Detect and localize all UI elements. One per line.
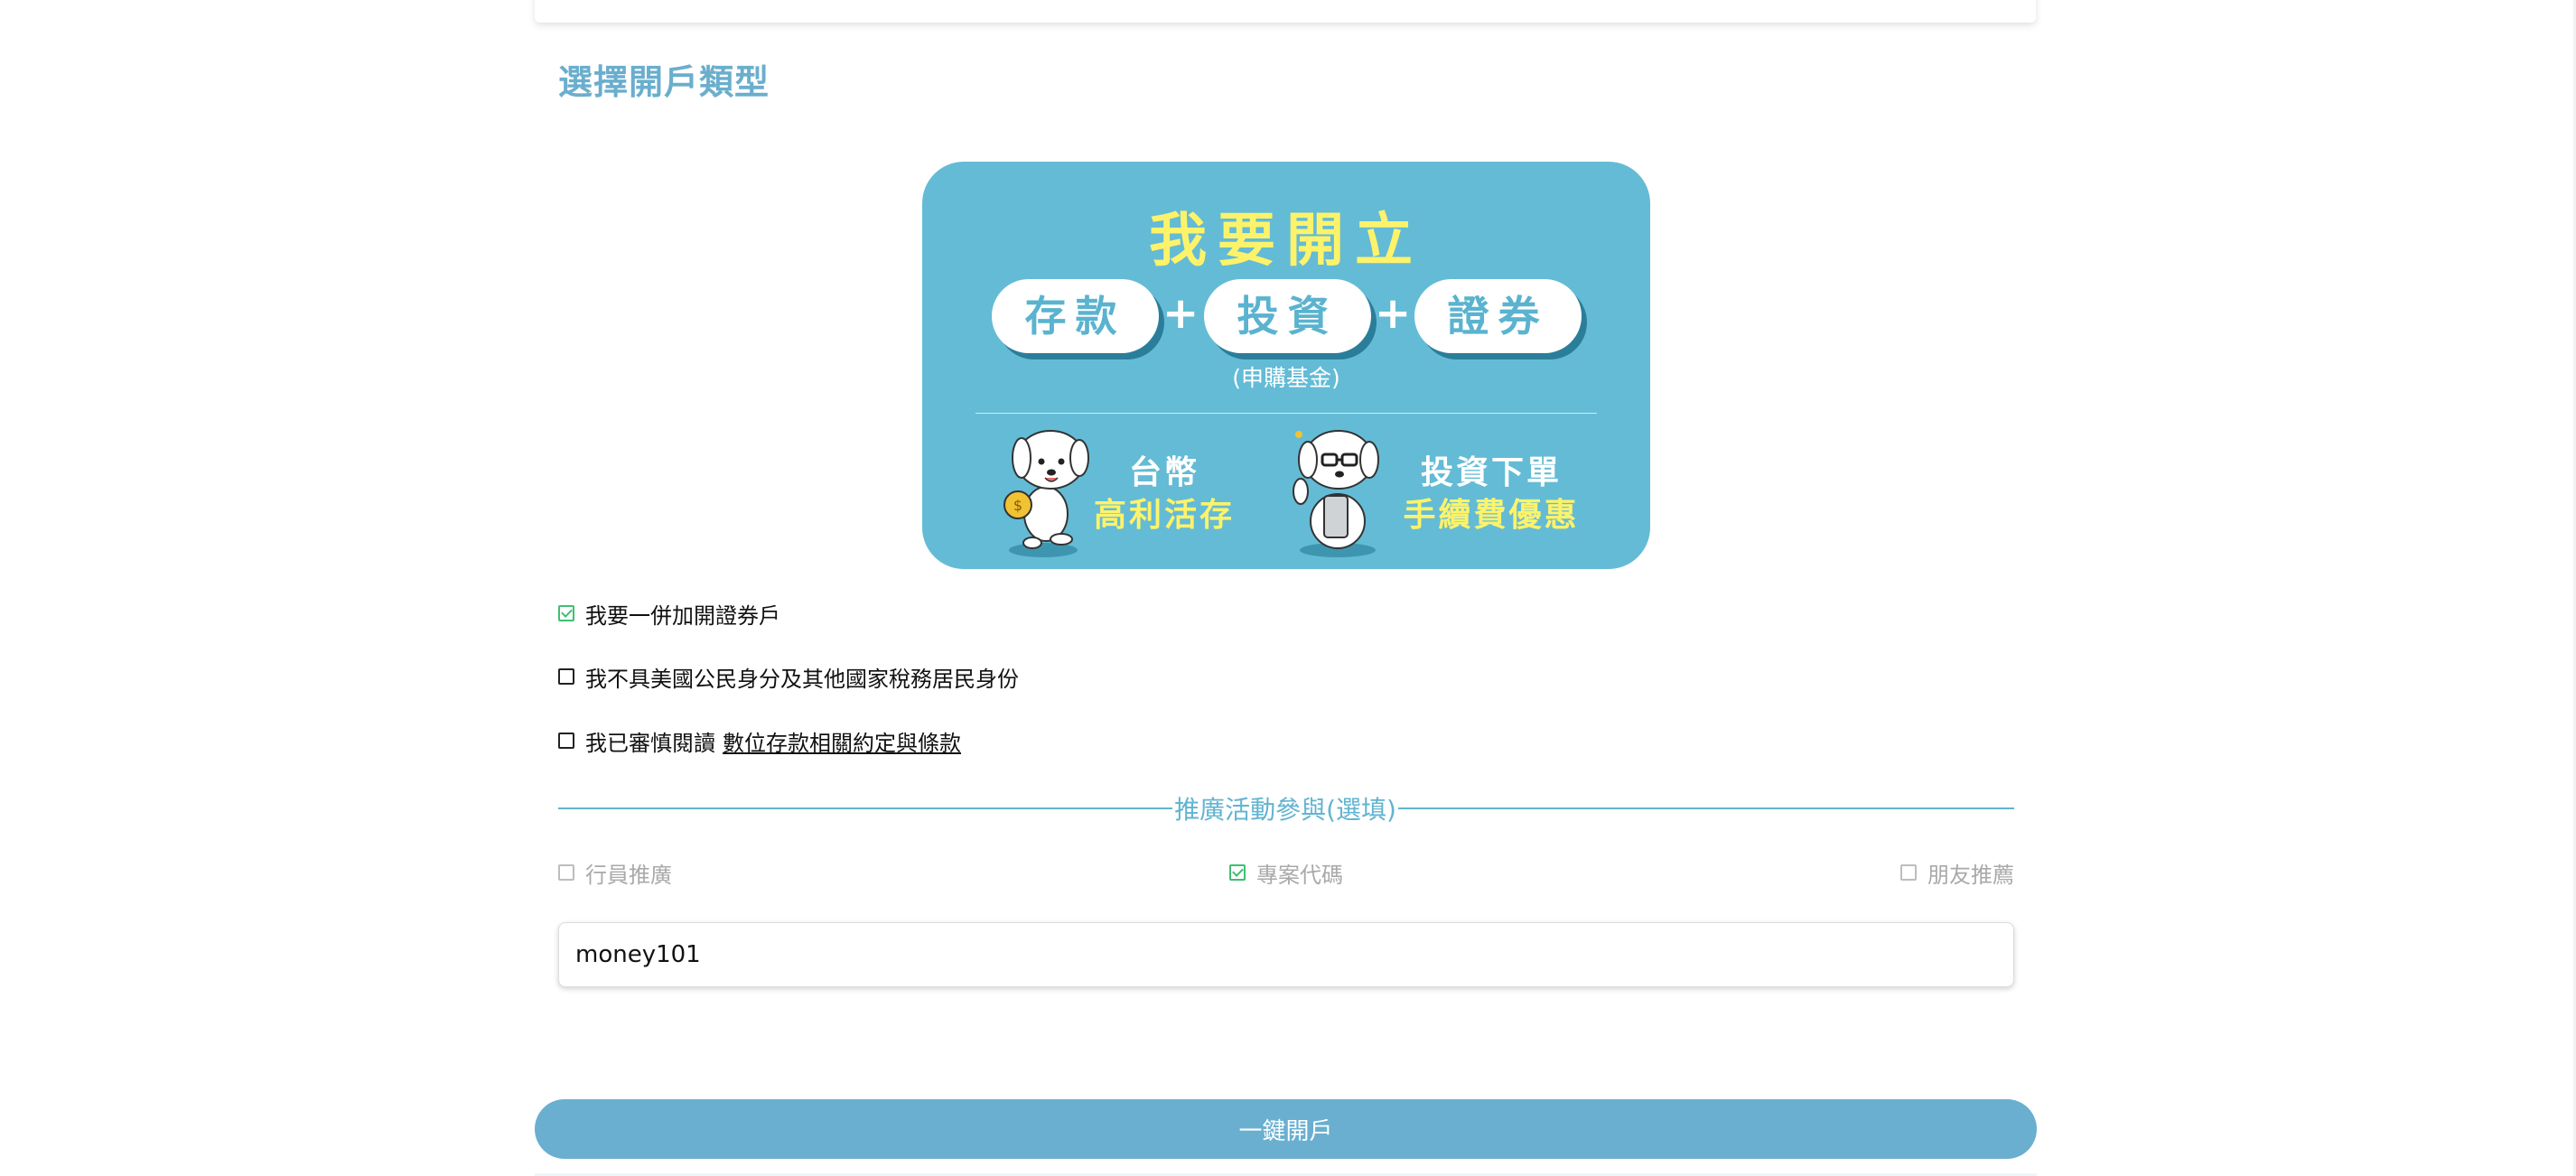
agreement-label: 我不具美國公民身分及其他國家稅務居民身份 [585,666,1019,692]
promo-option-label: 朋友推薦 [1927,862,2014,888]
feature-2-highlight: 手續費優惠 [1403,497,1580,534]
terms-link[interactable]: 數位存款相關約定與條款 [723,725,961,757]
banner-divider [975,413,1597,414]
section-divider-left [558,807,1172,809]
pill-securities: 證券 [1414,279,1582,353]
checkbox-project-code[interactable] [1229,864,1246,881]
promotion-section-title: 推廣活動參與(選填) [1174,795,1396,825]
checkbox-securities-account[interactable] [558,605,574,621]
project-code-input[interactable] [558,922,2014,987]
promo-option-project-code[interactable]: 專案代碼 [1229,859,1343,888]
agreement-securities-account[interactable]: 我要一併加開證券戶 [558,600,780,629]
previous-section-card [535,0,2036,23]
page-title: 選擇開戶類型 [558,62,770,102]
promo-option-staff[interactable]: 行員推廣 [558,859,672,888]
checkbox-friend-referral[interactable] [1900,864,1917,881]
agreement-tax-residency[interactable]: 我不具美國公民身分及其他國家稅務居民身份 [558,663,1019,692]
promo-option-friend[interactable]: 朋友推薦 [1900,859,2014,888]
agreement-label: 我要一併加開證券戶 [585,602,780,629]
plus-icon: + [1162,288,1199,339]
plus-icon: + [1375,288,1412,339]
pill-deposit: 存款 [992,279,1159,353]
section-divider-right [1398,807,2014,809]
account-type-banner: 我要開立 存款 + 投資 + 證券 (申購基金) $ 台幣 高利活存 投資下單 … [922,162,1650,569]
checkbox-staff-referral[interactable] [558,864,574,881]
svg-text:$: $ [1013,497,1022,514]
pill-investment: 投資 [1204,279,1371,353]
dog-phone-mascot-icon [1293,430,1379,557]
feature-1-title: 台幣 [1128,454,1199,491]
banner-headline: 我要開立 [1149,208,1423,275]
promo-option-label: 行員推廣 [585,862,672,888]
feature-2-title: 投資下單 [1420,454,1562,491]
checkbox-tax-residency[interactable] [558,668,574,685]
feature-1-highlight: 高利活存 [1093,497,1235,534]
agreement-terms[interactable]: 我已審慎閱讀 數位存款相關約定與條款 [558,725,961,757]
fund-subscription-note: (申購基金) [1232,365,1340,391]
agreement-label: 我已審慎閱讀 [585,730,715,756]
checkbox-terms[interactable] [558,733,574,749]
one-click-open-account-button[interactable]: 一鍵開戶 [535,1099,2037,1159]
promo-option-label: 專案代碼 [1256,862,1343,888]
dog-coin-mascot-icon: $ [1003,430,1089,557]
